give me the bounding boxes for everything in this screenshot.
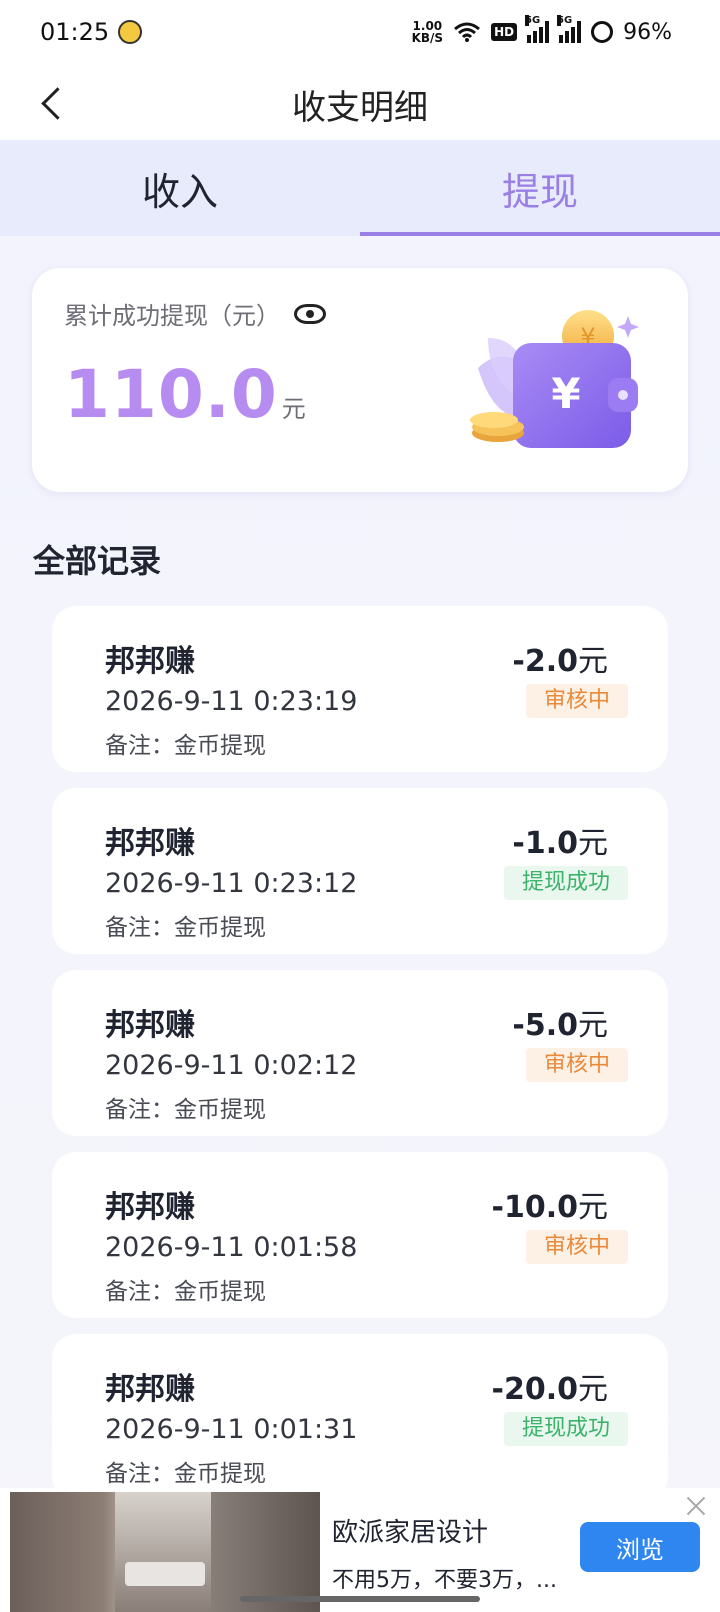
wallet-icon: ¥ ¥ bbox=[470, 310, 639, 448]
record-amount: -2.0元 bbox=[512, 644, 608, 679]
ad-description: 不用5万，不要3万，... bbox=[332, 1568, 557, 1593]
status-time: 01:25 bbox=[40, 18, 110, 46]
record-time: 2026-9-11 0:23:12 bbox=[105, 868, 358, 899]
status-badge: 提现成功 bbox=[503, 1412, 628, 1446]
header: 收支明细 bbox=[0, 66, 720, 140]
record-time: 2026-9-11 0:01:58 bbox=[105, 1232, 358, 1263]
hd-icon: HD bbox=[491, 23, 518, 41]
record-amount: -1.0元 bbox=[512, 826, 608, 861]
ad-browse-button[interactable]: 浏览 bbox=[580, 1522, 700, 1572]
withdraw-summary-card: 累计成功提现（元） 110.0 元 ¥ ¥ bbox=[32, 268, 688, 492]
record-note: 备注：金币提现 bbox=[105, 1461, 266, 1487]
record-list: 邦邦赚 2026-9-11 0:23:19 备注：金币提现 -2.0元 审核中 … bbox=[52, 606, 668, 1516]
record-item[interactable]: 邦邦赚 2026-9-11 0:02:12 备注：金币提现 -5.0元 审核中 bbox=[52, 970, 668, 1136]
tab-bar: 收入 提现 bbox=[0, 140, 720, 236]
record-item[interactable]: 邦邦赚 2026-9-11 0:01:58 备注：金币提现 -10.0元 审核中 bbox=[52, 1152, 668, 1318]
status-badge: 提现成功 bbox=[503, 866, 628, 900]
record-name: 邦邦赚 bbox=[105, 1008, 195, 1043]
record-amount: -5.0元 bbox=[512, 1008, 608, 1043]
battery-icon bbox=[591, 21, 614, 43]
summary-amount: 110.0 bbox=[64, 356, 278, 433]
summary-label-row: 累计成功提现（元） bbox=[64, 296, 326, 331]
signal-icon: 5G bbox=[525, 15, 550, 43]
record-name: 邦邦赚 bbox=[105, 1190, 195, 1225]
summary-label: 累计成功提现（元） bbox=[64, 302, 280, 330]
eye-icon[interactable] bbox=[294, 303, 326, 324]
record-note: 备注：金币提现 bbox=[105, 1279, 266, 1305]
status-indicators: 1.00 KB/S HD 5G 5G 96% bbox=[411, 15, 672, 48]
record-note: 备注：金币提现 bbox=[105, 733, 266, 759]
signal-icon-2: 5G bbox=[557, 15, 582, 43]
svg-text:¥: ¥ bbox=[551, 369, 580, 418]
record-name: 邦邦赚 bbox=[105, 1372, 195, 1407]
network-speed: 1.00 KB/S bbox=[411, 19, 444, 45]
status-bar: 01:25 1.00 KB/S HD 5G 5G 96% bbox=[0, 0, 720, 66]
close-icon[interactable] bbox=[684, 1494, 708, 1518]
record-name: 邦邦赚 bbox=[105, 644, 195, 679]
ad-image[interactable] bbox=[10, 1492, 320, 1612]
record-amount: -20.0元 bbox=[491, 1372, 608, 1407]
ad-title: 欧派家居设计 bbox=[332, 1518, 489, 1548]
section-title: 全部记录 bbox=[33, 542, 162, 580]
summary-unit: 元 bbox=[281, 395, 306, 423]
record-name: 邦邦赚 bbox=[105, 826, 195, 861]
record-time: 2026-9-11 0:02:12 bbox=[105, 1050, 358, 1081]
status-badge: 审核中 bbox=[525, 1048, 628, 1082]
wifi-icon bbox=[454, 22, 481, 42]
record-amount: -10.0元 bbox=[491, 1190, 608, 1225]
home-indicator[interactable] bbox=[240, 1596, 480, 1602]
tab-income[interactable]: 收入 bbox=[0, 140, 360, 236]
page-title: 收支明细 bbox=[292, 88, 428, 128]
status-badge: 审核中 bbox=[525, 684, 628, 718]
summary-amount-row: 110.0 元 bbox=[64, 356, 306, 433]
status-badge: 审核中 bbox=[525, 1230, 628, 1264]
record-item[interactable]: 邦邦赚 2026-9-11 0:23:19 备注：金币提现 -2.0元 审核中 bbox=[52, 606, 668, 772]
record-item[interactable]: 邦邦赚 2026-9-11 0:01:31 备注：金币提现 -20.0元 提现成… bbox=[52, 1334, 668, 1500]
ad-banner[interactable]: 欧派家居设计 不用5万，不要3万，... 浏览 bbox=[0, 1488, 720, 1612]
app-notification-icon bbox=[118, 20, 142, 44]
battery-percent: 96% bbox=[623, 19, 672, 45]
record-time: 2026-9-11 0:01:31 bbox=[105, 1414, 358, 1445]
record-note: 备注：金币提现 bbox=[105, 1097, 266, 1123]
record-item[interactable]: 邦邦赚 2026-9-11 0:23:12 备注：金币提现 -1.0元 提现成功 bbox=[52, 788, 668, 954]
record-time: 2026-9-11 0:23:19 bbox=[105, 686, 358, 717]
record-note: 备注：金币提现 bbox=[105, 915, 266, 941]
tab-withdraw[interactable]: 提现 bbox=[360, 140, 720, 236]
